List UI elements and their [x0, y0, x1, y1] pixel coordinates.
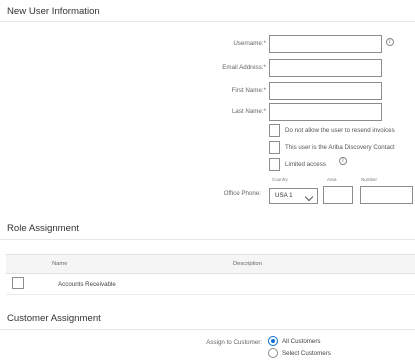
select-customers-label[interactable]: Select Customers [282, 350, 331, 357]
section-divider [0, 329, 415, 330]
email-input[interactable] [269, 59, 382, 77]
info-icon[interactable]: i [339, 157, 347, 165]
role-name-cell: Accounts Receivable [58, 281, 116, 288]
username-label: Username:* [233, 40, 266, 47]
no-resend-invoices-label: Do not allow the user to resend invoices [285, 127, 395, 134]
all-customers-radio[interactable] [268, 336, 278, 346]
role-select-checkbox[interactable] [12, 277, 24, 289]
area-caption: Area [327, 177, 337, 182]
discovery-contact-checkbox[interactable] [269, 141, 280, 154]
section-title-new-user-information: New User Information [7, 6, 100, 17]
info-icon[interactable]: i [386, 38, 394, 46]
limited-access-label: Limited access [285, 161, 326, 168]
all-customers-label[interactable]: All Customers [282, 338, 321, 345]
section-divider [0, 239, 415, 240]
email-label: Email Address:* [222, 64, 266, 71]
area-code-input[interactable] [323, 186, 353, 204]
section-title-role-assignment: Role Assignment [7, 223, 79, 234]
country-caption: Country [272, 177, 288, 182]
column-header-name[interactable]: Name [52, 261, 67, 267]
column-header-description[interactable]: Description [233, 261, 262, 267]
number-caption: Number [361, 177, 378, 182]
section-title-customer-assignment: Customer Assignment [7, 313, 101, 324]
office-phone-label: Office Phone: [223, 190, 261, 197]
role-table-header: Name Description [6, 254, 415, 274]
select-customers-radio[interactable] [268, 348, 278, 358]
first-name-label: First Name:* [231, 87, 266, 94]
no-resend-invoices-checkbox[interactable] [269, 124, 280, 137]
country-code-select[interactable]: USA 1 [269, 188, 318, 204]
last-name-input[interactable] [269, 103, 382, 121]
last-name-label: Last Name:* [231, 108, 266, 115]
table-row[interactable]: Accounts Receivable [6, 272, 415, 295]
first-name-input[interactable] [269, 82, 382, 100]
limited-access-checkbox[interactable] [269, 158, 280, 171]
discovery-contact-label: This user is the Ariba Discovery Contact [285, 144, 395, 151]
section-divider [0, 21, 415, 22]
country-code-value: USA 1 [275, 192, 293, 199]
phone-number-input[interactable] [360, 186, 413, 204]
assign-to-customer-label: Assign to Customer: [206, 339, 262, 346]
chevron-down-icon [304, 192, 314, 202]
username-input[interactable] [269, 35, 382, 53]
